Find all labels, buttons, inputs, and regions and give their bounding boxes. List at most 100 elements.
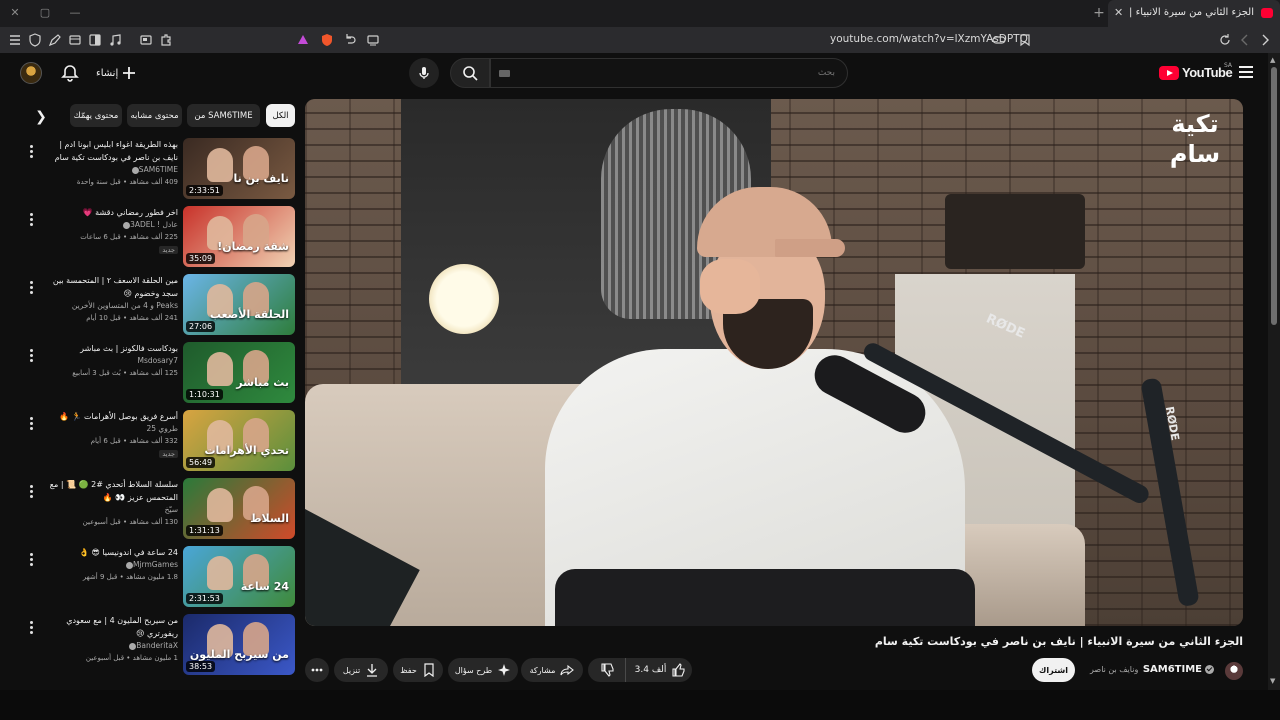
channel-name[interactable]: SAM6TIME — [1143, 664, 1214, 675]
channel-avatar[interactable] — [1225, 662, 1243, 680]
video-more-icon[interactable] — [28, 485, 34, 499]
channel-collaborator: ونايف بن ناصر — [1090, 665, 1139, 674]
bookmark-icon[interactable] — [1016, 31, 1034, 49]
create-button[interactable]: إنشاء — [96, 62, 136, 84]
related-video-title: 24 ساعة في اندونيسيا 😎 👌 — [78, 548, 178, 557]
tab-close-icon[interactable]: ✕ — [1114, 6, 1123, 19]
video-more-icon[interactable] — [28, 417, 34, 431]
notifications-bell-icon[interactable] — [60, 63, 80, 83]
related-video-thumbnail[interactable]: من سيربح المليون 38:53 — [183, 614, 295, 675]
thumbnail-text: الحلقة الأصعب — [209, 308, 289, 321]
chip-similar[interactable]: محتوى مشابه — [127, 104, 182, 127]
thumbnail-text: 24 ساعة — [240, 580, 289, 593]
chip-from-channel[interactable]: من SAM6TIME — [187, 104, 260, 127]
menu-icon[interactable] — [6, 31, 24, 49]
scroll-thumb[interactable] — [1271, 67, 1277, 325]
more-horizontal-icon — [311, 668, 323, 672]
maximize-window-icon[interactable]: ▢ — [36, 5, 54, 21]
related-video-channel: MjrmGames — [124, 560, 178, 569]
video-more-icon[interactable] — [28, 349, 34, 363]
video-more-icon[interactable] — [28, 145, 34, 159]
youtube-header: إنشاء YouTube SA — [0, 53, 1268, 93]
reader-mode-icon[interactable] — [364, 31, 382, 49]
video-more-icon[interactable] — [28, 281, 34, 295]
sidebar-icon[interactable] — [86, 31, 104, 49]
back-icon[interactable] — [1236, 31, 1254, 49]
related-video-thumbnail[interactable]: بث مباشر 1:10:31 — [183, 342, 295, 403]
related-video-item[interactable]: 24 ساعة في اندونيسيا 😎 👌 MjrmGames 1.8 ملي… — [20, 545, 296, 607]
chip-related-interest[interactable]: محتوى يهمّك — [70, 104, 122, 127]
download-button[interactable]: تنزيل — [334, 658, 388, 682]
related-video-channel: عادل ! 3ADEL — [121, 220, 178, 229]
related-video-title: أسرع فريق بوصل الأهرامات 🏃 🔥 — [59, 412, 178, 421]
related-video-item[interactable]: أسرع فريق بوصل الأهرامات 🏃 🔥 طروي 25 332 أ… — [20, 409, 296, 471]
video-more-icon[interactable] — [28, 213, 34, 227]
video-duration: 2:33:51 — [186, 185, 223, 196]
sparkle-icon — [498, 664, 511, 676]
related-video-item[interactable]: بودكاست فالكونز | بث مباشر Msdosary7 125 أ… — [20, 341, 296, 403]
youtube-favicon-icon — [1261, 8, 1273, 18]
related-video-item[interactable]: من سيربح المليون 4 | مع سعودي ريفورتري 😢… — [20, 613, 296, 675]
save-button[interactable]: حفظ — [393, 658, 443, 682]
browser-titlebar: ✕ ▢ — + ✕ الجزء الثاني من سيرة الانبياء … — [0, 0, 1280, 27]
logo-country-code: SA — [1224, 62, 1233, 69]
pen-icon[interactable] — [46, 31, 64, 49]
related-video-item[interactable]: بهذه الطريقة اغواء ابليس ابونا ادم | ناي… — [20, 137, 296, 199]
video-more-icon[interactable] — [28, 621, 34, 635]
related-video-thumbnail[interactable]: الحلقة الأصعب 27:06 — [183, 274, 295, 335]
screenshot-icon[interactable] — [137, 31, 155, 49]
like-dislike-group: 3.4 ألف — [588, 658, 692, 682]
close-window-icon[interactable]: ✕ — [6, 5, 24, 21]
tabs-icon[interactable] — [66, 31, 84, 49]
video-more-icon[interactable] — [28, 553, 34, 567]
brave-shield-icon[interactable] — [318, 31, 336, 49]
youtube-logo[interactable]: YouTube — [1159, 65, 1233, 80]
related-video-title: من سيربح المليون 4 | مع سعودي ريفورتري 😢 — [66, 616, 178, 638]
minimize-window-icon[interactable]: — — [66, 5, 84, 21]
search-button[interactable] — [450, 58, 490, 88]
video-duration: 1:10:31 — [186, 389, 223, 400]
ask-button[interactable]: طرح سؤال — [448, 658, 518, 682]
search-input[interactable] — [491, 59, 847, 87]
related-video-thumbnail[interactable]: السلاط 1:31:13 — [183, 478, 295, 539]
related-video-thumbnail[interactable]: تحدي الأهرامات 56:49 — [183, 410, 295, 471]
related-video-channel: BanderitaX — [127, 641, 178, 650]
more-actions-button[interactable] — [305, 658, 329, 682]
like-button[interactable]: 3.4 ألف — [628, 658, 692, 682]
reload-icon[interactable] — [1216, 31, 1234, 49]
guide-menu-icon[interactable] — [1239, 66, 1253, 78]
dislike-button[interactable] — [588, 658, 626, 682]
related-video-thumbnail[interactable]: 24 ساعة 2:31:53 — [183, 546, 295, 607]
brave-rewards-icon[interactable] — [294, 31, 312, 49]
thumbnail-text: بث مباشر — [236, 376, 289, 389]
related-video-thumbnail[interactable]: شقة رمضان! 35:09 — [183, 206, 295, 267]
verified-check-icon — [1205, 665, 1214, 674]
chip-all[interactable]: الكل — [266, 104, 295, 127]
forward-icon[interactable] — [1256, 31, 1274, 49]
related-video-channel: طروي 25 — [146, 424, 178, 433]
page-scrollbar[interactable]: ▲ ▼ — [1268, 53, 1280, 690]
related-video-item[interactable]: مين الحلقة الاسعف ٢ | المتحمسة بين سجد و… — [20, 273, 296, 335]
voice-search-mic-icon[interactable] — [409, 58, 439, 88]
chips-next-chevron-icon[interactable]: ❯ — [30, 106, 52, 128]
extensions-icon[interactable] — [157, 31, 175, 49]
scroll-down-icon[interactable]: ▼ — [1270, 677, 1275, 685]
new-tab-button[interactable]: + — [1090, 4, 1108, 22]
share-button[interactable]: مشاركة — [521, 658, 583, 682]
video-player[interactable]: RØDE RØDE تكية سام — [305, 99, 1243, 626]
vpn-icon[interactable] — [990, 31, 1008, 49]
account-avatar[interactable] — [20, 62, 42, 84]
new-badge: جديد — [159, 246, 178, 254]
music-icon[interactable] — [106, 31, 124, 49]
scroll-up-icon[interactable]: ▲ — [1270, 56, 1275, 64]
subscribe-button[interactable]: اشتراك — [1032, 658, 1075, 682]
browser-tab[interactable]: ✕ الجزء الثاني من سيرة الانبياء | نايف — [1108, 0, 1280, 27]
shield-icon[interactable] — [26, 31, 44, 49]
related-video-meta: 241 ألف مشاهد • قبل 10 أيام — [86, 314, 178, 322]
undo-icon[interactable] — [341, 31, 359, 49]
related-video-thumbnail[interactable]: نايف بن نا 2:33:51 — [183, 138, 295, 199]
related-video-item[interactable]: اخر فطور رمضاني دقشة 💗 عادل ! 3ADEL 225 أل… — [20, 205, 296, 267]
video-frame-legs — [555, 569, 975, 626]
related-video-item[interactable]: سلسلة السلاط أتحدي #2 🟢 📜 | مع المتحمس ع… — [20, 477, 296, 539]
keyboard-icon[interactable] — [499, 70, 510, 77]
